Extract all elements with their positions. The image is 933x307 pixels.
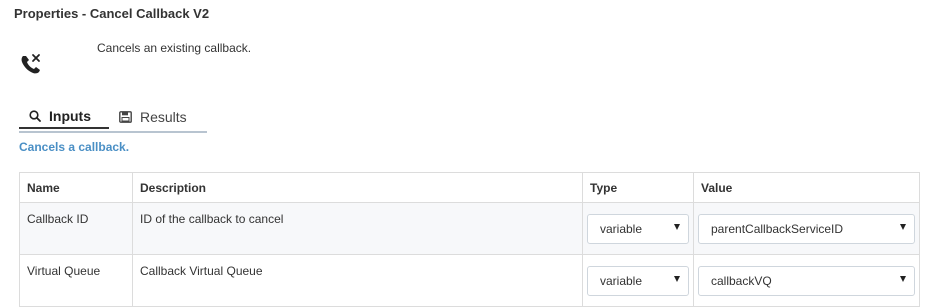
cell-type: variable xyxy=(582,254,694,307)
cell-value: callbackVQ xyxy=(693,254,920,307)
save-icon xyxy=(119,111,132,123)
cell-value: parentCallbackServiceID xyxy=(693,202,920,255)
cell-type: variable xyxy=(582,202,694,255)
cell-description: ID of the callback to cancel xyxy=(132,202,583,255)
table-row: Virtual Queue Callback Virtual Queue var… xyxy=(19,254,920,307)
dropdown-arrow-icon xyxy=(674,275,680,282)
cell-name: Virtual Queue xyxy=(19,254,133,307)
type-select[interactable]: variable xyxy=(587,265,689,296)
dropdown-arrow-icon xyxy=(674,223,680,230)
search-icon xyxy=(29,110,41,122)
dropdown-arrow-icon xyxy=(900,275,906,282)
value-select[interactable]: callbackVQ xyxy=(698,265,915,296)
tab-inputs-label: Inputs xyxy=(49,108,91,124)
cell-description: Callback Virtual Queue xyxy=(132,254,583,307)
phone-cancel-icon xyxy=(21,54,40,74)
type-select[interactable]: variable xyxy=(587,213,689,244)
column-header-description: Description xyxy=(132,172,583,203)
value-select-value: callbackVQ xyxy=(711,273,772,288)
type-select-value: variable xyxy=(600,273,643,288)
page-title: Properties - Cancel Callback V2 xyxy=(14,6,210,21)
tab-inputs[interactable]: Inputs xyxy=(19,105,109,129)
column-header-type: Type xyxy=(582,172,694,203)
column-header-value: Value xyxy=(693,172,920,203)
dropdown-arrow-icon xyxy=(900,223,906,230)
tab-results[interactable]: Results xyxy=(119,105,187,129)
tab-results-label: Results xyxy=(140,109,187,125)
cell-name: Callback ID xyxy=(19,202,133,255)
type-select-value: variable xyxy=(600,221,643,236)
table-row: Callback ID ID of the callback to cancel… xyxy=(19,202,920,255)
component-description: Cancels an existing callback. xyxy=(97,41,252,55)
section-subtitle: Cancels a callback. xyxy=(19,140,130,154)
inputs-table: Name Description Type Value Callback ID … xyxy=(19,172,920,307)
table-header-row: Name Description Type Value xyxy=(19,172,920,203)
column-header-name: Name xyxy=(19,172,133,203)
value-select-value: parentCallbackServiceID xyxy=(711,221,844,236)
tab-bar: Inputs Results xyxy=(19,105,207,133)
value-select[interactable]: parentCallbackServiceID xyxy=(698,213,915,244)
